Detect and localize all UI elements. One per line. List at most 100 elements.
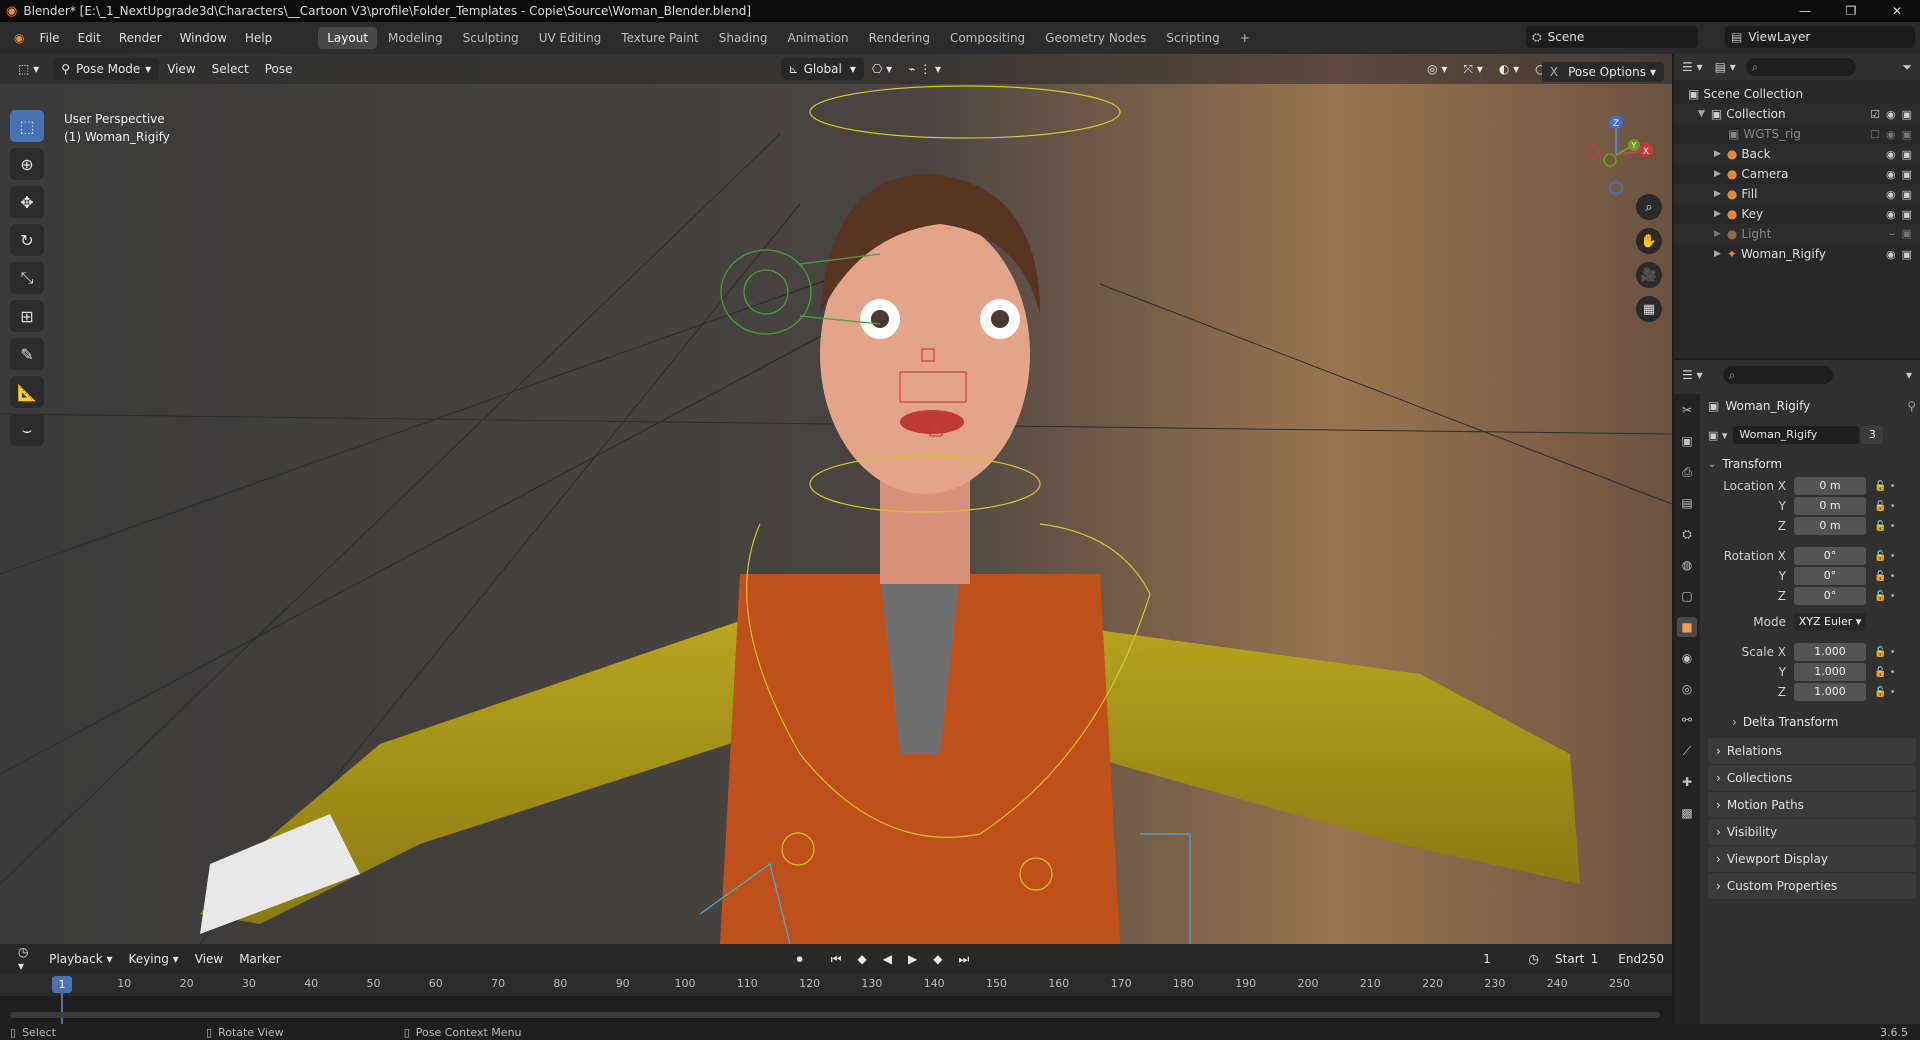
tab-compositing[interactable]: Compositing [941, 27, 1034, 49]
delta-transform-subpanel[interactable]: › Delta Transform [1708, 710, 1916, 734]
scale-y-field[interactable]: 1.000 [1794, 663, 1866, 681]
outliner-editor-icon[interactable]: ☰ ▾ [1682, 60, 1703, 74]
annotate-icon[interactable]: ✎ [10, 338, 44, 370]
add-workspace-button[interactable]: + [1231, 27, 1259, 49]
menu-help[interactable]: Help [236, 22, 281, 54]
outliner-row-scene-collection[interactable]: ▣ Scene Collection [1674, 84, 1920, 104]
outliner-row-woman-rigify[interactable]: ▶ ✦ Woman_Rigify ◉ ▣ [1674, 244, 1920, 264]
scene-tab-icon[interactable]: ⛭ [1677, 524, 1697, 544]
visibility-icon[interactable]: ◎ ▾ [1419, 58, 1455, 80]
close-window-button[interactable]: ✕ [1874, 0, 1920, 22]
menu-timeline-view[interactable]: View [187, 948, 231, 970]
menu-marker[interactable]: Marker [231, 948, 288, 970]
move-icon[interactable]: ✥ [10, 186, 44, 218]
next-keyframe-button[interactable]: ◆ [925, 948, 950, 970]
tab-texture-paint[interactable]: Texture Paint [612, 27, 707, 49]
outliner-row-camera[interactable]: ▶ ● Camera ◉ ▣ [1674, 164, 1920, 184]
location-x-field[interactable]: 0 m [1794, 477, 1866, 495]
measure-icon[interactable]: 📐 [10, 376, 44, 408]
x-mirror-toggle[interactable]: X [1550, 65, 1558, 79]
section-collections[interactable]: › Collections [1708, 765, 1916, 791]
texture-tab-icon[interactable]: ▩ [1677, 803, 1697, 823]
outliner-row-key[interactable]: ▶ ● Key ◉ ▣ [1674, 204, 1920, 224]
expand-arrow-icon[interactable]: ▶ [1714, 149, 1721, 159]
outliner-row-light[interactable]: ▶ ● Light ⌣ ▣ [1674, 224, 1920, 244]
rotation-y-field[interactable]: 0° [1794, 567, 1866, 585]
render-camera-icon[interactable]: ▣ [1902, 108, 1912, 121]
filter-icon[interactable]: ⏷ [1902, 60, 1912, 75]
minimize-button[interactable]: — [1782, 0, 1828, 22]
end-frame-field[interactable]: End 250 [1610, 948, 1673, 970]
properties-search-input[interactable]: ⌕ [1722, 366, 1833, 384]
menu-pose[interactable]: Pose [257, 58, 301, 80]
prev-keyframe-button[interactable]: ◆ [850, 948, 875, 970]
object-tab-icon[interactable]: ■ [1677, 617, 1697, 637]
expand-arrow-icon[interactable]: ▶ [1714, 189, 1721, 199]
world-tab-icon[interactable]: ◍ [1677, 555, 1697, 575]
scene-selector[interactable]: ⛭ Scene [1526, 26, 1698, 48]
pan-hand-icon[interactable]: ✋ [1636, 228, 1662, 254]
lock-icon[interactable]: 🔓 • [1874, 501, 1896, 512]
section-custom-properties[interactable]: › Custom Properties [1708, 873, 1916, 899]
expand-arrow-icon[interactable]: ▶ [1714, 169, 1721, 179]
lock-icon[interactable]: 🔓 • [1874, 647, 1896, 658]
lock-icon[interactable]: 🔓 • [1874, 591, 1896, 602]
chevron-down-icon[interactable]: ▾ [1906, 368, 1912, 382]
eye-icon[interactable]: ◉ [1886, 248, 1896, 261]
lock-icon[interactable]: 🔓 • [1874, 667, 1896, 678]
timeline-editor-icon[interactable]: ◷ ▾ [10, 945, 41, 973]
lock-icon[interactable]: 🔓 • [1874, 687, 1896, 698]
tab-shading[interactable]: Shading [710, 27, 777, 49]
constraints-tab-icon[interactable]: ⚯ [1677, 710, 1697, 730]
lock-icon[interactable]: 🔓 • [1874, 481, 1896, 492]
menu-render[interactable]: Render [110, 22, 171, 54]
zoom-icon[interactable]: ⌕ [1636, 194, 1662, 220]
tab-geometry-nodes[interactable]: Geometry Nodes [1036, 27, 1155, 49]
view-layer-selector[interactable]: ▤ ViewLayer [1725, 26, 1915, 48]
collection-tab-icon[interactable]: ▢ [1677, 586, 1697, 606]
transform-section-header[interactable]: ⌄ Transform [1708, 452, 1916, 476]
scale-z-field[interactable]: 1.000 [1794, 683, 1866, 701]
rotation-x-field[interactable]: 0° [1794, 547, 1866, 565]
eye-icon[interactable]: ◉ [1886, 108, 1896, 121]
modifiers-tab-icon[interactable]: ◉ [1677, 648, 1697, 668]
tool-tab-icon[interactable]: ✂ [1677, 400, 1697, 420]
menu-edit[interactable]: Edit [69, 22, 110, 54]
tab-animation[interactable]: Animation [778, 27, 857, 49]
cursor-icon[interactable]: ⊕ [10, 148, 44, 180]
mode-selector[interactable]: ⚲ Pose Mode ▾ [53, 58, 160, 80]
section-visibility[interactable]: › Visibility [1708, 819, 1916, 845]
render-camera-icon[interactable]: ▣ [1902, 208, 1912, 221]
section-viewport-display[interactable]: › Viewport Display [1708, 846, 1916, 872]
eye-icon[interactable]: ◉ [1886, 168, 1896, 181]
outliner-row-fill[interactable]: ▶ ● Fill ◉ ▣ [1674, 184, 1920, 204]
render-camera-icon[interactable]: ▣ [1902, 248, 1912, 261]
lock-icon[interactable]: 🔓 • [1874, 571, 1896, 582]
render-camera-icon[interactable]: ▣ [1902, 188, 1912, 201]
snap-icon[interactable]: ⌁ ⋮ ▾ [900, 58, 949, 80]
section-motion-paths[interactable]: › Motion Paths [1708, 792, 1916, 818]
camera-view-icon[interactable]: 🎥 [1636, 262, 1662, 288]
tab-sculpting[interactable]: Sculpting [454, 27, 528, 49]
current-frame-field[interactable]: 1 [1457, 948, 1517, 970]
blender-menu-icon[interactable]: ◉ [8, 22, 30, 54]
physics-tab-icon[interactable]: ◎ [1677, 679, 1697, 699]
expand-arrow-icon[interactable]: ▼ [1698, 109, 1705, 119]
rotation-z-field[interactable]: 0° [1794, 587, 1866, 605]
location-z-field[interactable]: 0 m [1794, 517, 1866, 535]
outliner-search-input[interactable]: ⌕ [1745, 58, 1856, 76]
armature-data-tab-icon[interactable]: ⟋ [1677, 741, 1697, 761]
tab-scripting[interactable]: Scripting [1157, 27, 1228, 49]
outliner-row-collection[interactable]: ▼ ▣ Collection ☑ ◉ ▣ [1674, 104, 1920, 124]
menu-view[interactable]: View [159, 58, 203, 80]
scale-x-field[interactable]: 1.000 [1794, 643, 1866, 661]
tab-uv-editing[interactable]: UV Editing [530, 27, 611, 49]
tab-rendering[interactable]: Rendering [860, 27, 939, 49]
render-camera-icon[interactable]: ▣ [1902, 227, 1912, 241]
timeline-scrollbar[interactable] [10, 1012, 1660, 1018]
eye-icon[interactable]: ◉ [1886, 128, 1896, 141]
transform-orientation-selector[interactable]: ⊾ Global ▾ [780, 58, 864, 80]
lock-icon[interactable]: 🔓 • [1874, 521, 1896, 532]
render-tab-icon[interactable]: ▣ [1677, 431, 1697, 451]
preview-range-icon[interactable]: ◷ [1521, 948, 1547, 970]
